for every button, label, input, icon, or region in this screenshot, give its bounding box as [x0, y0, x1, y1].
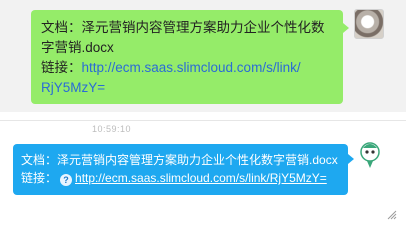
message-doc-line: 文档：泽元营销内容管理方案助力企业个性化数 — [41, 18, 332, 38]
doc-name: 泽元营销内容管理方案助力企业个性化数字营销.docx — [57, 153, 338, 167]
mascot-avatar-icon[interactable] — [357, 139, 383, 169]
share-link-continued[interactable]: RjY5MzY= — [41, 78, 332, 98]
link-label: 链接： — [41, 60, 82, 75]
doc-label: 文档： — [21, 153, 58, 167]
share-link[interactable]: http://ecm.saas.slimcloud.com/s/link/ — [82, 60, 301, 75]
doc-name: 泽元营销内容管理方案助力企业个性化数 — [81, 20, 325, 35]
message-timestamp: 10:59:10 — [92, 124, 132, 134]
incoming-message-bubble[interactable]: 文档：泽元营销内容管理方案助力企业个性化数字营销.docx 链接：? http:/… — [13, 144, 354, 195]
chat-pane-top: 文档：泽元营销内容管理方案助力企业个性化数 字营销.docx 链接：http:/… — [0, 0, 406, 112]
resize-icon[interactable] — [387, 210, 397, 220]
share-link[interactable]: http://ecm.saas.slimcloud.com/s/link/RjY… — [75, 171, 327, 185]
doc-label: 文档： — [41, 20, 82, 35]
message-link-line: 链接：? http://ecm.saas.slimcloud.com/s/link… — [21, 169, 341, 187]
message-doc-line: 文档：泽元营销内容管理方案助力企业个性化数字营销.docx — [21, 151, 341, 169]
outgoing-message-bubble[interactable]: 文档：泽元营销内容管理方案助力企业个性化数 字营销.docx 链接：http:/… — [31, 10, 349, 104]
doc-name-continued: 字营销.docx — [41, 40, 114, 55]
link-label: 链接： — [21, 171, 58, 185]
help-icon[interactable]: ? — [60, 174, 73, 186]
user-avatar[interactable] — [354, 9, 384, 39]
message-link-line: 链接：http://ecm.saas.slimcloud.com/s/link/ — [41, 58, 332, 78]
